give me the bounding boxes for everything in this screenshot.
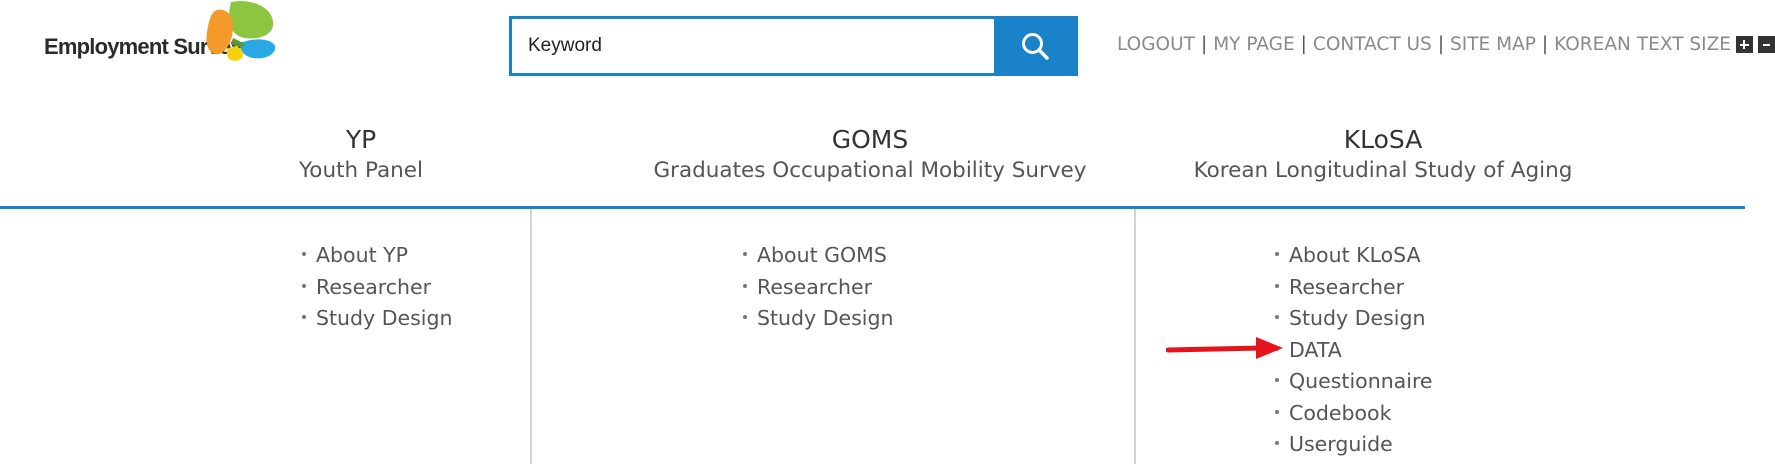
bullet-icon bbox=[743, 315, 747, 319]
separator: | bbox=[1437, 34, 1445, 55]
bullet-icon bbox=[302, 315, 306, 319]
submenu-link-about-klosa[interactable]: About KLoSA bbox=[1289, 243, 1421, 267]
nav-abbr: YP bbox=[345, 125, 377, 154]
bullet-icon bbox=[1275, 283, 1279, 288]
submenu-item: DATA bbox=[1275, 335, 1433, 367]
submenu-item: About GOMS bbox=[743, 240, 893, 272]
separator: | bbox=[1200, 34, 1208, 55]
submenu-link-about-yp[interactable]: About YP bbox=[316, 243, 408, 267]
contact-us-link[interactable]: CONTACT US bbox=[1313, 34, 1432, 55]
submenu-item: Questionnaire bbox=[1275, 366, 1433, 398]
red-arrow-icon bbox=[1166, 337, 1283, 359]
utility-links: LOGOUT | MY PAGE | CONTACT US | SITE MAP… bbox=[1117, 34, 1775, 55]
submenu-klosa: About KLoSA Researcher Study Design DATA… bbox=[1275, 240, 1433, 461]
submenu-item: Study Design bbox=[1275, 303, 1433, 335]
minus-icon[interactable] bbox=[1757, 36, 1775, 53]
submenu-link-questionnaire[interactable]: Questionnaire bbox=[1289, 369, 1433, 393]
bullet-icon bbox=[1275, 252, 1279, 256]
search-bar bbox=[509, 16, 1078, 76]
search-icon bbox=[1021, 33, 1049, 60]
nav-divider-line bbox=[0, 206, 1745, 209]
logout-link[interactable]: LOGOUT bbox=[1117, 34, 1195, 55]
submenu-item: Researcher bbox=[302, 272, 452, 304]
logo-icon bbox=[206, 1, 276, 61]
column-divider bbox=[1134, 209, 1136, 464]
bullet-icon bbox=[743, 252, 747, 256]
nav-item-goms[interactable]: GOMS Graduates Occupational Mobility Sur… bbox=[625, 124, 1115, 186]
nav-item-klosa[interactable]: KLoSA Korean Longitudinal Study of Aging bbox=[1173, 124, 1593, 186]
text-size-label: TEXT SIZE bbox=[1636, 34, 1731, 55]
submenu-item: About YP bbox=[302, 240, 452, 272]
nav-item-yp[interactable]: YP Youth Panel bbox=[236, 124, 486, 186]
submenu-item: Researcher bbox=[743, 272, 893, 304]
nav-full-name: Graduates Occupational Mobility Survey bbox=[653, 158, 1087, 183]
separator: | bbox=[1541, 34, 1549, 55]
submenu-item: Study Design bbox=[302, 303, 452, 335]
bullet-icon bbox=[743, 283, 747, 288]
submenu-link-study-design[interactable]: Study Design bbox=[316, 306, 452, 330]
bullet-icon bbox=[1275, 378, 1279, 382]
submenu-link-researcher[interactable]: Researcher bbox=[757, 275, 872, 299]
bullet-icon bbox=[1275, 315, 1279, 319]
submenu-link-researcher[interactable]: Researcher bbox=[316, 275, 431, 299]
nav-abbr: KLoSA bbox=[1343, 125, 1423, 154]
submenu-link-about-goms[interactable]: About GOMS bbox=[757, 243, 887, 267]
submenu-item: Codebook bbox=[1275, 398, 1433, 430]
submenu-link-codebook[interactable]: Codebook bbox=[1289, 401, 1391, 425]
submenu-link-study-design[interactable]: Study Design bbox=[757, 306, 893, 330]
search-input[interactable] bbox=[512, 19, 997, 73]
bullet-icon bbox=[1275, 441, 1279, 445]
separator: | bbox=[1300, 34, 1307, 55]
bullet-icon bbox=[302, 283, 306, 288]
submenu-item: Study Design bbox=[743, 303, 893, 335]
nav-abbr: GOMS bbox=[831, 125, 909, 154]
bullet-icon bbox=[1275, 409, 1279, 414]
nav-full-name: Youth Panel bbox=[299, 158, 423, 183]
submenu-yp: About YP Researcher Study Design bbox=[302, 240, 452, 335]
submenu-link-data[interactable]: DATA bbox=[1289, 338, 1342, 362]
submenu-item: Researcher bbox=[1275, 272, 1433, 304]
search-button[interactable] bbox=[994, 19, 1075, 73]
submenu-item: About KLoSA bbox=[1275, 240, 1433, 272]
my-page-link[interactable]: MY PAGE bbox=[1213, 34, 1294, 55]
site-map-link[interactable]: SITE MAP bbox=[1450, 34, 1536, 55]
bullet-icon bbox=[302, 252, 306, 256]
nav-full-name: Korean Longitudinal Study of Aging bbox=[1193, 158, 1573, 183]
submenu-item: Userguide bbox=[1275, 429, 1433, 461]
submenu-link-researcher[interactable]: Researcher bbox=[1289, 275, 1404, 299]
plus-icon[interactable] bbox=[1735, 36, 1753, 53]
submenu-goms: About GOMS Researcher Study Design bbox=[743, 240, 893, 335]
korean-link[interactable]: KOREAN bbox=[1554, 34, 1631, 55]
column-divider bbox=[530, 209, 532, 464]
submenu-link-study-design[interactable]: Study Design bbox=[1289, 306, 1425, 330]
submenu-link-userguide[interactable]: Userguide bbox=[1289, 432, 1393, 456]
